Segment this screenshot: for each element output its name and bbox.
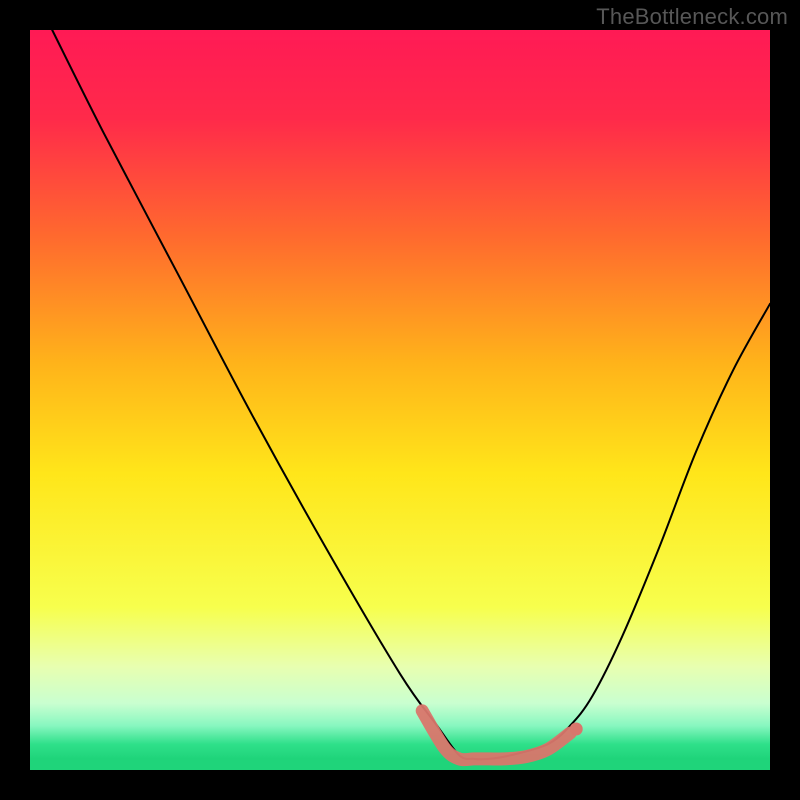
valley-end-dot	[570, 723, 583, 736]
chart-frame: TheBottleneck.com	[0, 0, 800, 800]
watermark-label: TheBottleneck.com	[596, 4, 788, 30]
plot-background	[30, 30, 770, 770]
bottleneck-chart	[0, 0, 800, 800]
